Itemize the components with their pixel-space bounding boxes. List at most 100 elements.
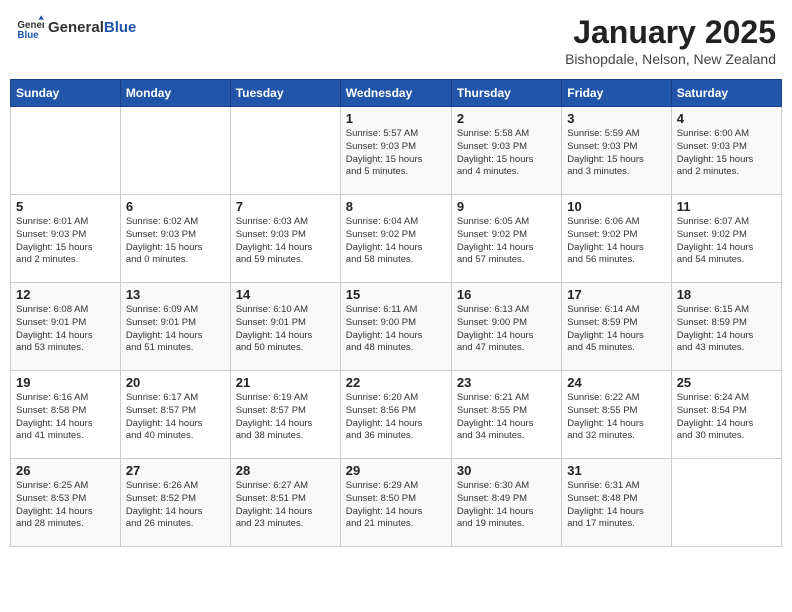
calendar-cell: 1 Sunrise: 5:57 AMSunset: 9:03 PMDaylight… bbox=[340, 107, 451, 195]
day-number: 29 bbox=[346, 463, 446, 478]
day-number: 5 bbox=[16, 199, 115, 214]
location-subtitle: Bishopdale, Nelson, New Zealand bbox=[565, 51, 776, 67]
calendar-week-row: 1 Sunrise: 5:57 AMSunset: 9:03 PMDaylight… bbox=[11, 107, 782, 195]
calendar-cell: 27 Sunrise: 6:26 AMSunset: 8:52 PMDayligh… bbox=[120, 459, 230, 547]
day-number: 17 bbox=[567, 287, 665, 302]
calendar-cell bbox=[671, 459, 781, 547]
day-info: Sunrise: 6:04 AMSunset: 9:02 PMDaylight:… bbox=[346, 216, 446, 267]
calendar-cell: 22 Sunrise: 6:20 AMSunset: 8:56 PMDayligh… bbox=[340, 371, 451, 459]
day-info: Sunrise: 6:02 AMSunset: 9:03 PMDaylight:… bbox=[126, 216, 225, 267]
calendar-cell: 20 Sunrise: 6:17 AMSunset: 8:57 PMDayligh… bbox=[120, 371, 230, 459]
calendar-cell: 29 Sunrise: 6:29 AMSunset: 8:50 PMDayligh… bbox=[340, 459, 451, 547]
calendar-cell: 7 Sunrise: 6:03 AMSunset: 9:03 PMDaylight… bbox=[230, 195, 340, 283]
day-info: Sunrise: 6:14 AMSunset: 8:59 PMDaylight:… bbox=[567, 304, 665, 355]
day-info: Sunrise: 6:11 AMSunset: 9:00 PMDaylight:… bbox=[346, 304, 446, 355]
logo-blue-text: Blue bbox=[104, 19, 137, 36]
day-info: Sunrise: 6:31 AMSunset: 8:48 PMDaylight:… bbox=[567, 480, 665, 531]
day-info: Sunrise: 6:15 AMSunset: 8:59 PMDaylight:… bbox=[677, 304, 776, 355]
day-number: 11 bbox=[677, 199, 776, 214]
day-info: Sunrise: 5:57 AMSunset: 9:03 PMDaylight:… bbox=[346, 128, 446, 179]
calendar-week-row: 12 Sunrise: 6:08 AMSunset: 9:01 PMDayligh… bbox=[11, 283, 782, 371]
calendar-week-row: 5Sunrise: 6:01 AMSunset: 9:03 PMDaylight… bbox=[11, 195, 782, 283]
day-number: 12 bbox=[16, 287, 115, 302]
weekday-header-thursday: Thursday bbox=[451, 80, 561, 107]
day-info: Sunrise: 6:25 AMSunset: 8:53 PMDaylight:… bbox=[16, 480, 115, 531]
calendar-cell: 31Sunrise: 6:31 AMSunset: 8:48 PMDayligh… bbox=[562, 459, 671, 547]
day-number: 23 bbox=[457, 375, 556, 390]
calendar-cell: 9 Sunrise: 6:05 AMSunset: 9:02 PMDaylight… bbox=[451, 195, 561, 283]
day-number: 8 bbox=[346, 199, 446, 214]
day-info: Sunrise: 6:27 AMSunset: 8:51 PMDaylight:… bbox=[236, 480, 335, 531]
calendar-cell: 2Sunrise: 5:58 AMSunset: 9:03 PMDaylight… bbox=[451, 107, 561, 195]
day-number: 25 bbox=[677, 375, 776, 390]
day-info: Sunrise: 6:09 AMSunset: 9:01 PMDaylight:… bbox=[126, 304, 225, 355]
calendar-cell bbox=[230, 107, 340, 195]
day-info: Sunrise: 6:20 AMSunset: 8:56 PMDaylight:… bbox=[346, 392, 446, 443]
calendar-cell: 18Sunrise: 6:15 AMSunset: 8:59 PMDayligh… bbox=[671, 283, 781, 371]
day-number: 14 bbox=[236, 287, 335, 302]
calendar-cell: 5Sunrise: 6:01 AMSunset: 9:03 PMDaylight… bbox=[11, 195, 121, 283]
calendar-cell: 8 Sunrise: 6:04 AMSunset: 9:02 PMDaylight… bbox=[340, 195, 451, 283]
day-number: 6 bbox=[126, 199, 225, 214]
day-number: 24 bbox=[567, 375, 665, 390]
day-info: Sunrise: 6:19 AMSunset: 8:57 PMDaylight:… bbox=[236, 392, 335, 443]
calendar-cell: 15Sunrise: 6:11 AMSunset: 9:00 PMDayligh… bbox=[340, 283, 451, 371]
day-info: Sunrise: 6:03 AMSunset: 9:03 PMDaylight:… bbox=[236, 216, 335, 267]
day-number: 20 bbox=[126, 375, 225, 390]
calendar-cell: 19Sunrise: 6:16 AMSunset: 8:58 PMDayligh… bbox=[11, 371, 121, 459]
day-number: 16 bbox=[457, 287, 556, 302]
header: General Blue GeneralBlue January 2025 Bi… bbox=[10, 10, 782, 71]
weekday-header-friday: Friday bbox=[562, 80, 671, 107]
day-info: Sunrise: 6:24 AMSunset: 8:54 PMDaylight:… bbox=[677, 392, 776, 443]
logo-icon: General Blue bbox=[16, 14, 44, 42]
day-info: Sunrise: 6:21 AMSunset: 8:55 PMDaylight:… bbox=[457, 392, 556, 443]
calendar-cell: 25 Sunrise: 6:24 AMSunset: 8:54 PMDayligh… bbox=[671, 371, 781, 459]
logo-general-text: GeneralBlue bbox=[48, 20, 136, 37]
day-number: 7 bbox=[236, 199, 335, 214]
svg-text:Blue: Blue bbox=[17, 30, 39, 41]
day-number: 27 bbox=[126, 463, 225, 478]
month-title: January 2025 bbox=[565, 14, 776, 51]
day-info: Sunrise: 6:26 AMSunset: 8:52 PMDaylight:… bbox=[126, 480, 225, 531]
day-info: Sunrise: 6:17 AMSunset: 8:57 PMDaylight:… bbox=[126, 392, 225, 443]
day-number: 10 bbox=[567, 199, 665, 214]
day-number: 4 bbox=[677, 111, 776, 126]
day-number: 26 bbox=[16, 463, 115, 478]
day-info: Sunrise: 5:58 AMSunset: 9:03 PMDaylight:… bbox=[457, 128, 556, 179]
calendar-cell: 6 Sunrise: 6:02 AMSunset: 9:03 PMDaylight… bbox=[120, 195, 230, 283]
calendar-cell: 24 Sunrise: 6:22 AMSunset: 8:55 PMDayligh… bbox=[562, 371, 671, 459]
calendar-table: SundayMondayTuesdayWednesdayThursdayFrid… bbox=[10, 79, 782, 547]
day-info: Sunrise: 5:59 AMSunset: 9:03 PMDaylight:… bbox=[567, 128, 665, 179]
weekday-header-sunday: Sunday bbox=[11, 80, 121, 107]
day-info: Sunrise: 6:13 AMSunset: 9:00 PMDaylight:… bbox=[457, 304, 556, 355]
calendar-cell: 14 Sunrise: 6:10 AMSunset: 9:01 PMDayligh… bbox=[230, 283, 340, 371]
day-info: Sunrise: 6:07 AMSunset: 9:02 PMDaylight:… bbox=[677, 216, 776, 267]
calendar-cell: 30 Sunrise: 6:30 AMSunset: 8:49 PMDayligh… bbox=[451, 459, 561, 547]
day-number: 30 bbox=[457, 463, 556, 478]
weekday-header-saturday: Saturday bbox=[671, 80, 781, 107]
logo: General Blue GeneralBlue bbox=[16, 14, 136, 42]
day-info: Sunrise: 6:08 AMSunset: 9:01 PMDaylight:… bbox=[16, 304, 115, 355]
calendar-cell bbox=[120, 107, 230, 195]
weekday-header-tuesday: Tuesday bbox=[230, 80, 340, 107]
day-number: 13 bbox=[126, 287, 225, 302]
calendar-cell: 28 Sunrise: 6:27 AMSunset: 8:51 PMDayligh… bbox=[230, 459, 340, 547]
calendar-cell: 12 Sunrise: 6:08 AMSunset: 9:01 PMDayligh… bbox=[11, 283, 121, 371]
calendar-cell: 10Sunrise: 6:06 AMSunset: 9:02 PMDayligh… bbox=[562, 195, 671, 283]
day-info: Sunrise: 6:29 AMSunset: 8:50 PMDaylight:… bbox=[346, 480, 446, 531]
day-number: 9 bbox=[457, 199, 556, 214]
calendar-cell: 23 Sunrise: 6:21 AMSunset: 8:55 PMDayligh… bbox=[451, 371, 561, 459]
day-number: 1 bbox=[346, 111, 446, 126]
day-number: 22 bbox=[346, 375, 446, 390]
calendar-cell: 4Sunrise: 6:00 AMSunset: 9:03 PMDaylight… bbox=[671, 107, 781, 195]
day-info: Sunrise: 6:05 AMSunset: 9:02 PMDaylight:… bbox=[457, 216, 556, 267]
weekday-header-row: SundayMondayTuesdayWednesdayThursdayFrid… bbox=[11, 80, 782, 107]
day-info: Sunrise: 6:30 AMSunset: 8:49 PMDaylight:… bbox=[457, 480, 556, 531]
day-info: Sunrise: 6:10 AMSunset: 9:01 PMDaylight:… bbox=[236, 304, 335, 355]
calendar-cell: 13 Sunrise: 6:09 AMSunset: 9:01 PMDayligh… bbox=[120, 283, 230, 371]
day-info: Sunrise: 6:22 AMSunset: 8:55 PMDaylight:… bbox=[567, 392, 665, 443]
calendar-cell: 17 Sunrise: 6:14 AMSunset: 8:59 PMDayligh… bbox=[562, 283, 671, 371]
calendar-cell: 11 Sunrise: 6:07 AMSunset: 9:02 PMDayligh… bbox=[671, 195, 781, 283]
calendar-week-row: 26 Sunrise: 6:25 AMSunset: 8:53 PMDayligh… bbox=[11, 459, 782, 547]
day-number: 28 bbox=[236, 463, 335, 478]
